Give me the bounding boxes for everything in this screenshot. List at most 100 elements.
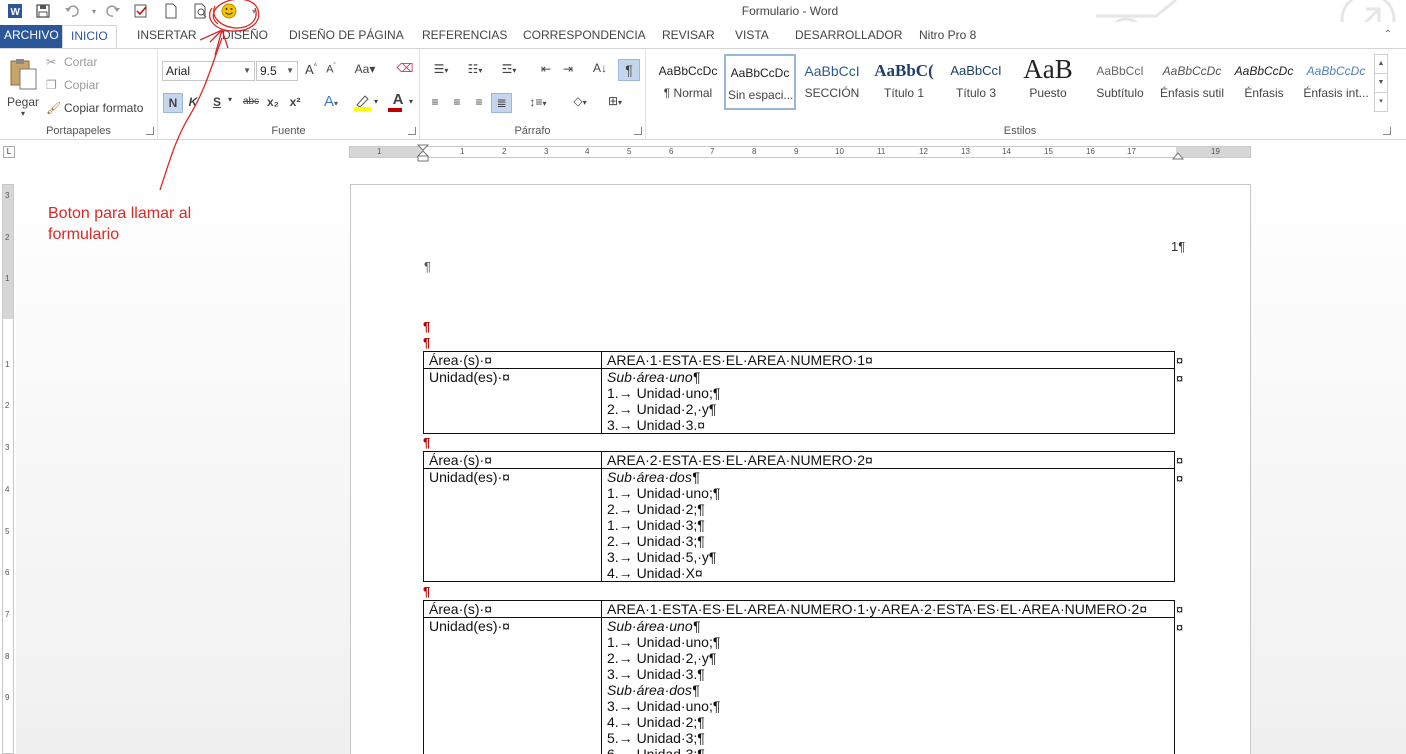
area-value-cell[interactable]: AREA·1·ESTA·ES·EL·AREA·NUMERO·1·y·AREA·2…	[601, 600, 1175, 618]
tab-revisar[interactable]: REVISAR	[654, 25, 723, 48]
style-preview: AaBbCcDc	[730, 66, 790, 80]
tab-archivo[interactable]: ARCHIVO	[0, 25, 63, 48]
unit-line: 5.→ Unidad·3;¶	[607, 730, 705, 746]
decrease-indent-icon[interactable]: ⇤	[536, 62, 556, 76]
highlight-icon[interactable]: ▾	[348, 93, 378, 114]
subscript-button[interactable]: x₂	[264, 95, 282, 109]
unit-label-cell[interactable]: Unidad(es)·¤	[423, 617, 602, 754]
superscript-button[interactable]: x²	[286, 95, 304, 109]
ruler-number: 11	[877, 147, 886, 156]
area-label-cell[interactable]: Área·(s)·¤	[423, 351, 602, 369]
style-puesto[interactable]: AaB Puesto	[1012, 54, 1084, 110]
ruler-number: 10	[835, 147, 844, 156]
sort-icon[interactable]: A↓	[590, 61, 610, 75]
grow-font-icon[interactable]: A^	[302, 62, 320, 77]
unit-line: 3.→ Unidad·3.¤	[607, 417, 706, 433]
styles-gallery-scroll[interactable]: ▲ ▼ ▾	[1374, 54, 1388, 112]
cut-button[interactable]: ✂ Cortar	[46, 55, 97, 69]
tab-selector[interactable]: L	[3, 146, 15, 158]
tab-nitro-pro[interactable]: Nitro Pro 8	[911, 25, 984, 48]
align-right-icon[interactable]: ≡	[470, 95, 488, 109]
font-name-value: Arial	[166, 64, 191, 78]
shading-icon[interactable]: ◇▾	[566, 94, 594, 108]
clear-format-icon[interactable]: ⌫	[396, 61, 414, 75]
horizontal-ruler[interactable]: 1 1 2 3 4 5 6 7 8 9 10 11 12 13 14 15 16 17 19	[349, 144, 1251, 162]
unit-line: Sub·área·dos¶	[607, 682, 700, 698]
font-launcher-icon[interactable]	[408, 127, 416, 135]
underline-dropdown-icon[interactable]: ▾	[225, 95, 235, 104]
ruler-number: 4	[585, 147, 590, 156]
borders-icon[interactable]: ⊞▾	[600, 94, 630, 108]
scroll-up-icon[interactable]: ▲	[1375, 55, 1387, 74]
tab-referencias[interactable]: REFERENCIAS	[414, 25, 515, 48]
area-table-2: Área·(s)·¤ AREA·2·ESTA·ES·EL·AREA·NUMERO…	[423, 451, 1175, 582]
paintbrush-icon: 🖌	[46, 101, 62, 115]
style-titulo-1[interactable]: AaBbC( Título 1	[868, 54, 940, 110]
style-titulo-3[interactable]: AaBbCcI Título 3	[940, 54, 1012, 110]
numbering-icon[interactable]: ☷▾	[460, 62, 490, 76]
shrink-font-icon[interactable]: Aˇ	[322, 63, 340, 76]
multilevel-list-icon[interactable]: ☲▾	[494, 62, 524, 76]
font-size-combo[interactable]: 9.5 ▼	[256, 61, 298, 81]
align-left-icon[interactable]: ≡	[426, 95, 444, 109]
tab-diseno[interactable]: DISEÑO	[214, 25, 276, 48]
area-label-cell[interactable]: Área·(s)·¤	[423, 451, 602, 469]
ruler-number: 9	[794, 147, 799, 156]
unit-label-cell[interactable]: Unidad(es)·¤	[423, 368, 602, 434]
style-enfasis-sutil[interactable]: AaBbCcDc Énfasis sutil	[1156, 54, 1228, 110]
format-painter-button[interactable]: 🖌 Copiar formato	[46, 101, 143, 115]
copy-button[interactable]: ❐ Copiar	[46, 78, 99, 92]
indent-marker-icon[interactable]	[417, 144, 429, 162]
style-name: Énfasis int...	[1303, 86, 1369, 100]
style-subtitulo[interactable]: AaBbCcI Subtítulo	[1084, 54, 1156, 110]
tab-desarrollador[interactable]: DESARROLLADOR	[787, 25, 910, 48]
style-preview: AaBbC(	[874, 61, 934, 80]
paste-button[interactable]: Pegar ▾	[6, 55, 40, 118]
text-effects-icon[interactable]: A▾	[317, 93, 345, 110]
area-value-cell[interactable]: AREA·1·ESTA·ES·EL·AREA·NUMERO·1¤	[601, 351, 1175, 369]
clipboard-launcher-icon[interactable]	[146, 127, 154, 135]
right-indent-marker-icon[interactable]	[1172, 150, 1184, 160]
unit-label-cell[interactable]: Unidad(es)·¤	[423, 468, 602, 582]
strikethrough-button[interactable]: abc	[240, 96, 262, 107]
style-sin-espaciado[interactable]: AaBbCcDc Sin espaci...	[724, 54, 796, 110]
justify-icon[interactable]: ≣	[491, 93, 512, 113]
increase-indent-icon[interactable]: ⇥	[558, 62, 578, 76]
font-color-icon[interactable]: A ▾	[383, 91, 413, 112]
tab-vista[interactable]: VISTA	[727, 25, 777, 48]
gallery-more-icon[interactable]: ▾	[1375, 93, 1387, 112]
unit-list-cell[interactable]: Sub·área·uno¶ 1.→ Unidad·uno;¶ 2.→ Unidad·…	[601, 617, 1175, 754]
paste-dropdown-icon: ▾	[20, 109, 25, 118]
show-formatting-marks-icon[interactable]: ¶	[618, 59, 640, 81]
bold-button[interactable]: N	[163, 93, 183, 113]
style-preview: AaBbCcI	[1096, 64, 1144, 78]
font-name-combo[interactable]: Arial ▼	[162, 61, 255, 81]
document-page[interactable]: 1¶ ¶ ¶ ¶ Área·(s)·¤ AREA·1·ESTA·ES·EL·AR…	[350, 184, 1251, 754]
area-label-cell[interactable]: Área·(s)·¤	[423, 600, 602, 618]
style-enfasis-intenso[interactable]: AaBbCcDc Énfasis int...	[1300, 54, 1372, 110]
style-enfasis[interactable]: AaBbCcDc Énfasis	[1228, 54, 1300, 110]
tab-correspondencia[interactable]: CORRESPONDENCIA	[515, 25, 654, 48]
tab-diseno-de-pagina[interactable]: DISEÑO DE PÁGINA	[281, 25, 412, 48]
italic-button[interactable]: K	[185, 95, 201, 109]
unit-list-cell[interactable]: Sub·área·uno¶ 1.→ Unidad·uno;¶ 2.→ Unidad·…	[601, 368, 1175, 434]
align-center-icon[interactable]: ≡	[448, 95, 466, 109]
paragraph-launcher-icon[interactable]	[634, 127, 642, 135]
area-value-cell[interactable]: AREA·2·ESTA·ES·EL·AREA·NUMERO·2¤	[601, 451, 1175, 469]
vertical-ruler[interactable]: 3 2 1 1 2 3 4 5 6 7 8 9	[2, 184, 14, 754]
unit-line: 1.→ Unidad·uno;¶	[607, 485, 721, 501]
underline-button[interactable]: S	[209, 95, 225, 109]
ruler-number: 3	[5, 191, 10, 200]
collapse-ribbon-icon[interactable]: ⌃	[1384, 29, 1392, 40]
style-normal[interactable]: AaBbCcDc ¶ Normal	[652, 54, 724, 110]
window-title: Formulario - Word	[741, 4, 839, 18]
unit-list-cell[interactable]: Sub·área·dos¶ 1.→ Unidad·uno;¶ 2.→ Unidad·…	[601, 468, 1175, 582]
tab-insertar[interactable]: INSERTAR	[129, 25, 205, 48]
tab-inicio[interactable]: INICIO	[62, 25, 117, 48]
styles-launcher-icon[interactable]	[1383, 127, 1391, 135]
style-seccion[interactable]: AaBbCcI SECCIÓN	[796, 54, 868, 110]
bullets-icon[interactable]: ☰▾	[426, 62, 456, 76]
line-spacing-icon[interactable]: ↕≡▾	[524, 95, 552, 109]
change-case-icon[interactable]: Aa▾	[352, 62, 378, 76]
scroll-down-icon[interactable]: ▼	[1375, 74, 1387, 93]
